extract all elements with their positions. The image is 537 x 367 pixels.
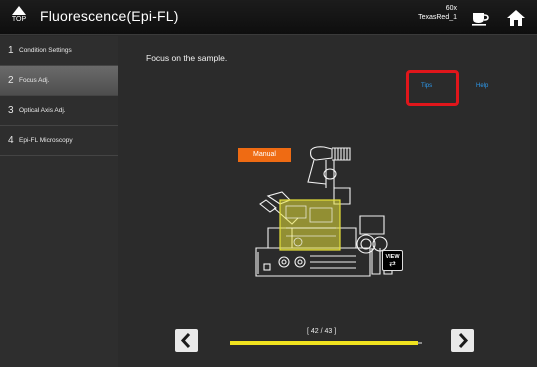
- sidebar-item-optical-axis-adj[interactable]: 3 Optical Axis Adj.: [0, 96, 118, 126]
- chevron-left-icon: [180, 332, 191, 349]
- sidebar-item-label: Focus Adj.: [19, 77, 50, 84]
- chevron-right-icon: [458, 332, 469, 349]
- main-panel: Focus on the sample. Tips Help Manual VI…: [118, 36, 537, 367]
- sidebar-item-number: 2: [8, 75, 14, 86]
- objective-magnification: 60x: [445, 5, 457, 12]
- previous-step-button[interactable]: [175, 329, 198, 352]
- sidebar-item-focus-adj[interactable]: 2 Focus Adj.: [0, 66, 118, 96]
- sidebar-item-number: 1: [8, 45, 14, 56]
- swap-arrows-icon: ⇄: [389, 259, 396, 268]
- progress-fill: [230, 341, 418, 345]
- page-indicator: [ 42 / 43 ]: [307, 328, 337, 335]
- top-bar: TOP Fluorescence(Epi-FL) 60x TexasRed_1: [0, 0, 537, 35]
- sidebar-item-epi-fl-microscopy[interactable]: 4 Epi-FL Microscopy: [0, 126, 118, 156]
- sidebar-item-number: 3: [8, 105, 14, 116]
- tips-link[interactable]: Tips: [421, 83, 432, 89]
- sidebar-item-label: Epi-FL Microscopy: [19, 137, 73, 144]
- app-title: Fluorescence(Epi-FL): [40, 8, 179, 24]
- home-icon[interactable]: [506, 8, 526, 28]
- view-toggle-button[interactable]: VIEW ⇄: [382, 250, 403, 271]
- sidebar-item-number: 4: [8, 135, 14, 146]
- sidebar-item-label: Optical Axis Adj.: [19, 107, 66, 114]
- help-link[interactable]: Help: [476, 83, 488, 89]
- objective-info: 60x TexasRed_1: [418, 4, 457, 22]
- coffee-cup-icon[interactable]: [471, 9, 489, 27]
- next-step-button[interactable]: [451, 329, 474, 352]
- top-arrow-icon: [12, 6, 26, 15]
- filter-name: TexasRed_1: [418, 14, 457, 21]
- top-button[interactable]: TOP: [3, 2, 35, 34]
- sidebar-item-condition-settings[interactable]: 1 Condition Settings: [0, 36, 118, 66]
- sidebar-item-label: Condition Settings: [19, 47, 72, 54]
- tips-highlight-box: [406, 70, 459, 106]
- instruction-text: Focus on the sample.: [146, 53, 228, 63]
- top-button-label: TOP: [11, 16, 27, 23]
- progress-bar: [230, 341, 422, 345]
- sidebar: 1 Condition Settings 2 Focus Adj. 3 Opti…: [0, 36, 118, 367]
- manual-badge[interactable]: Manual: [238, 148, 291, 162]
